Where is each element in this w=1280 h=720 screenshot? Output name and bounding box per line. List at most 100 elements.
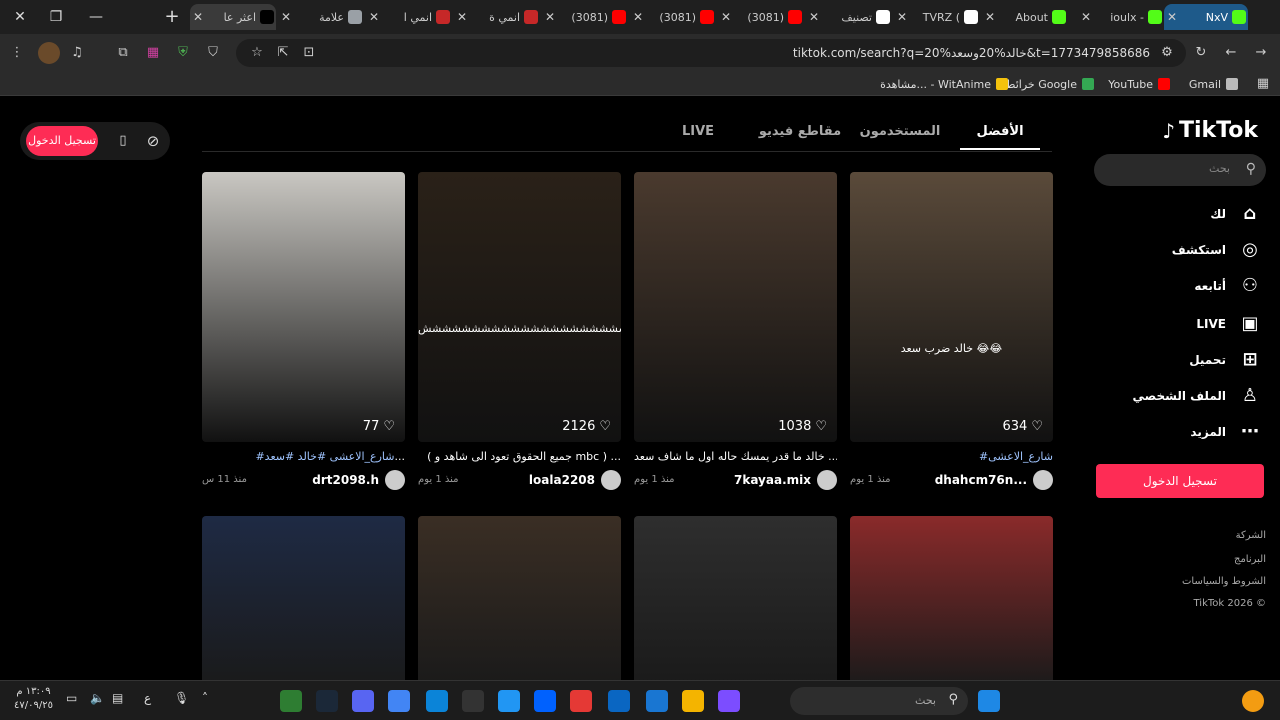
close-tab-icon[interactable]: ✕: [542, 10, 558, 24]
browser-tab[interactable]: ✕ ioulx -: [1078, 4, 1164, 30]
avatar[interactable]: [385, 470, 405, 490]
browser-tab[interactable]: ✕ انمي ة: [454, 4, 540, 30]
store-icon[interactable]: [646, 690, 668, 712]
sidebar-search-input[interactable]: ⚲ بحث: [1094, 154, 1266, 186]
video-caption[interactable]: #شارع_الاعشى #خالد #سعد...: [202, 450, 405, 463]
microphone-icon[interactable]: 🎙: [174, 691, 189, 705]
search-tab[interactable]: مقاطع فيديو: [758, 124, 842, 150]
chrome-icon[interactable]: [388, 690, 410, 712]
close-tab-icon[interactable]: ✕: [718, 10, 734, 24]
username[interactable]: drt2098.h: [312, 473, 379, 487]
browser-tab[interactable]: ✕ About: [982, 4, 1068, 30]
close-tab-icon[interactable]: ✕: [1078, 10, 1094, 24]
copilot-icon[interactable]: [718, 690, 740, 712]
video-thumbnail[interactable]: [850, 516, 1053, 680]
language-indicator[interactable]: ع: [144, 691, 151, 705]
bookmark-item[interactable]: خرائط Google: [1005, 75, 1094, 93]
apps-grid-icon[interactable]: ▦: [1252, 73, 1274, 95]
sidebar-login-button[interactable]: تسجيل الدخول: [1096, 464, 1264, 498]
extensions-icon[interactable]: ⧉: [112, 42, 134, 64]
menu-icon[interactable]: ⋮: [6, 42, 28, 64]
security-shield-icon[interactable]: ⛉: [202, 42, 224, 64]
taskbar-search[interactable]: ⚲ بحث: [790, 687, 968, 715]
tiktok-logo[interactable]: ♪ TikTok: [1162, 118, 1258, 143]
xbox-icon[interactable]: [280, 690, 302, 712]
chevron-up-icon[interactable]: ˄: [202, 691, 208, 705]
close-tab-icon[interactable]: ✕: [630, 10, 646, 24]
edge-icon[interactable]: [426, 690, 448, 712]
sidebar-item[interactable]: ♙ الملف الشخصي: [1102, 382, 1262, 410]
browser-tab[interactable]: ✕ (3081): [718, 4, 804, 30]
todo-icon[interactable]: [498, 690, 520, 712]
video-caption[interactable]: خالد ما قدر يمسك حاله اول ما شاف سعد ...: [634, 450, 837, 463]
search-tab[interactable]: المستخدمون: [858, 124, 942, 150]
video-caption[interactable]: ( جميع الحقوق تعود الى شاهد و mbc ) ...: [418, 450, 621, 463]
video-caption[interactable]: #شارع_الاعشى: [850, 450, 1053, 463]
bookmark-item[interactable]: YouTube: [1108, 75, 1170, 93]
bookmark-star-icon[interactable]: ☆: [246, 42, 268, 64]
hashtag[interactable]: #شارع_الاعشى #خالد #سعد: [255, 450, 394, 463]
notification-icon[interactable]: [1242, 690, 1264, 712]
close-tab-icon[interactable]: ✕: [366, 10, 382, 24]
bookmark-item[interactable]: مشاهدة... - WitAnime: [880, 75, 1008, 93]
battery-icon[interactable]: ▭: [66, 691, 77, 705]
new-tab-button[interactable]: +: [160, 6, 184, 28]
username[interactable]: 7kayaa.mix: [734, 473, 811, 487]
system-clock[interactable]: ١٣:٠٩ م ٤٧/٠٩/٢٥: [14, 685, 53, 713]
epic-games-icon[interactable]: [462, 690, 484, 712]
restore-window-button[interactable]: ❐: [44, 6, 68, 28]
site-settings-icon[interactable]: ⚙: [1156, 42, 1178, 64]
sidebar-item[interactable]: ▣ LIVE: [1102, 310, 1262, 338]
footer-program-link[interactable]: البرنامج: [1234, 554, 1266, 565]
file-explorer-icon[interactable]: [682, 690, 704, 712]
video-thumbnail[interactable]: [418, 516, 621, 680]
network-icon[interactable]: ▤: [112, 691, 123, 705]
outlook-icon[interactable]: [608, 690, 630, 712]
search-tab[interactable]: الأفضل: [960, 124, 1040, 150]
compass-icon[interactable]: ⊘: [142, 130, 164, 152]
minimize-window-button[interactable]: —: [84, 6, 108, 28]
terminal-icon[interactable]: [570, 690, 592, 712]
close-tab-icon[interactable]: ✕: [894, 10, 910, 24]
close-tab-icon[interactable]: ✕: [1164, 10, 1180, 24]
top-login-button[interactable]: تسجيل الدخول: [26, 126, 98, 156]
video-thumbnail[interactable]: ششششششششششششششششششششش 2126 ♡: [418, 172, 621, 442]
address-bar[interactable]: ☆ ⇱ ⊡ tiktok.com/search?q=خالد%20وسعد%20…: [236, 39, 1186, 67]
back-arrow-icon[interactable]: ←: [1220, 42, 1242, 64]
browser-tab[interactable]: ✕ NxV: [1164, 4, 1248, 30]
windows-start-icon[interactable]: [978, 690, 1000, 712]
share-icon[interactable]: ⇱: [272, 42, 294, 64]
media-control-icon[interactable]: ♫: [66, 42, 88, 64]
browser-tab[interactable]: ✕ TVRZ (: [894, 4, 980, 30]
search-tab[interactable]: LIVE: [676, 124, 720, 150]
steam-icon[interactable]: [316, 690, 338, 712]
video-thumbnail[interactable]: خالد ضرب سعد 😂😂 634 ♡: [850, 172, 1053, 442]
video-thumbnail[interactable]: [202, 516, 405, 680]
dropbox-icon[interactable]: [534, 690, 556, 712]
browser-tab[interactable]: ✕ اعثر عا: [190, 4, 276, 30]
close-tab-icon[interactable]: ✕: [982, 10, 998, 24]
avatar[interactable]: [601, 470, 621, 490]
sidebar-item[interactable]: ⊞ تحميل: [1102, 346, 1262, 374]
close-tab-icon[interactable]: ✕: [806, 10, 822, 24]
close-tab-icon[interactable]: ✕: [454, 10, 470, 24]
bookmark-item[interactable]: Gmail: [1189, 75, 1238, 93]
adblock-shield-icon[interactable]: ⛨: [172, 42, 194, 64]
extension-icon[interactable]: ▦: [142, 42, 164, 64]
sidebar-item[interactable]: ◎ استكشف: [1102, 236, 1262, 264]
browser-tab[interactable]: ✕ انمي ا: [366, 4, 452, 30]
browser-tab[interactable]: ✕ (3081): [630, 4, 716, 30]
footer-company-link[interactable]: الشركة: [1236, 530, 1266, 541]
forward-arrow-icon[interactable]: →: [1250, 42, 1272, 64]
footer-terms-link[interactable]: الشروط والسياسات: [1182, 576, 1266, 587]
video-thumbnail[interactable]: [634, 516, 837, 680]
hashtag[interactable]: #شارع_الاعشى: [979, 450, 1053, 463]
profile-avatar[interactable]: [38, 42, 60, 64]
close-window-button[interactable]: ✕: [8, 6, 32, 28]
video-thumbnail[interactable]: 1038 ♡: [634, 172, 837, 442]
volume-icon[interactable]: 🔈: [90, 691, 105, 705]
sidebar-item[interactable]: ⋯ المزيد: [1102, 418, 1262, 446]
close-tab-icon[interactable]: ✕: [190, 10, 206, 24]
username[interactable]: dhahcm76n...: [935, 473, 1027, 487]
discord-icon[interactable]: [352, 690, 374, 712]
